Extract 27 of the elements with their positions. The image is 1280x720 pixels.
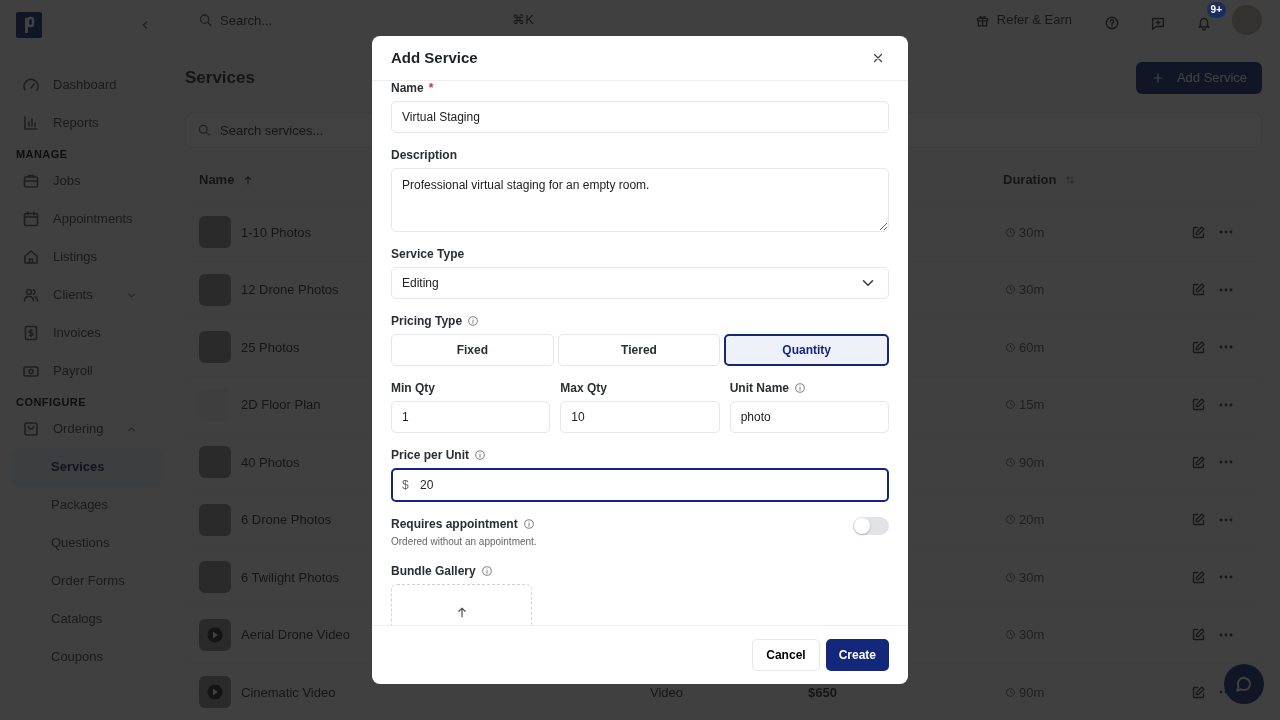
field-label: Service Type	[391, 246, 465, 263]
create-button[interactable]: Create	[825, 639, 889, 671]
currency-prefix: $	[402, 477, 409, 494]
pricing-option[interactable]: Quantity	[724, 334, 889, 366]
text-input[interactable]: photo	[729, 401, 889, 433]
dialog-title: Add Service	[391, 49, 478, 67]
toggle-switch[interactable]	[853, 517, 889, 535]
field-label: Unit Name	[729, 380, 789, 397]
helper-text: Ordered without an appointment.	[391, 535, 537, 549]
field-label: Pricing Type	[391, 313, 463, 330]
required-asterisk: *	[428, 81, 434, 97]
text-input[interactable]: 1	[391, 401, 551, 433]
pricing-option[interactable]: Fixed	[391, 334, 554, 366]
pricing-option[interactable]: Tiered	[557, 334, 721, 366]
field-label: Description	[391, 147, 457, 164]
field-label: Min Qty	[391, 380, 435, 397]
service-type-select[interactable]: Editing	[391, 267, 889, 299]
field-label: Requires appointment	[391, 516, 518, 533]
name-input[interactable]: Virtual Staging	[391, 101, 889, 133]
cancel-button[interactable]: Cancel	[752, 639, 820, 671]
close-icon	[871, 51, 885, 65]
field-label: Bundle Gallery	[391, 563, 476, 580]
text-input[interactable]: 10	[560, 401, 720, 433]
description-textarea[interactable]: Professional virtual staging for an empty room.	[391, 168, 889, 232]
field-label: Name	[391, 81, 424, 97]
field-label: Max Qty	[560, 380, 607, 397]
field-label: Price per Unit	[391, 447, 470, 464]
